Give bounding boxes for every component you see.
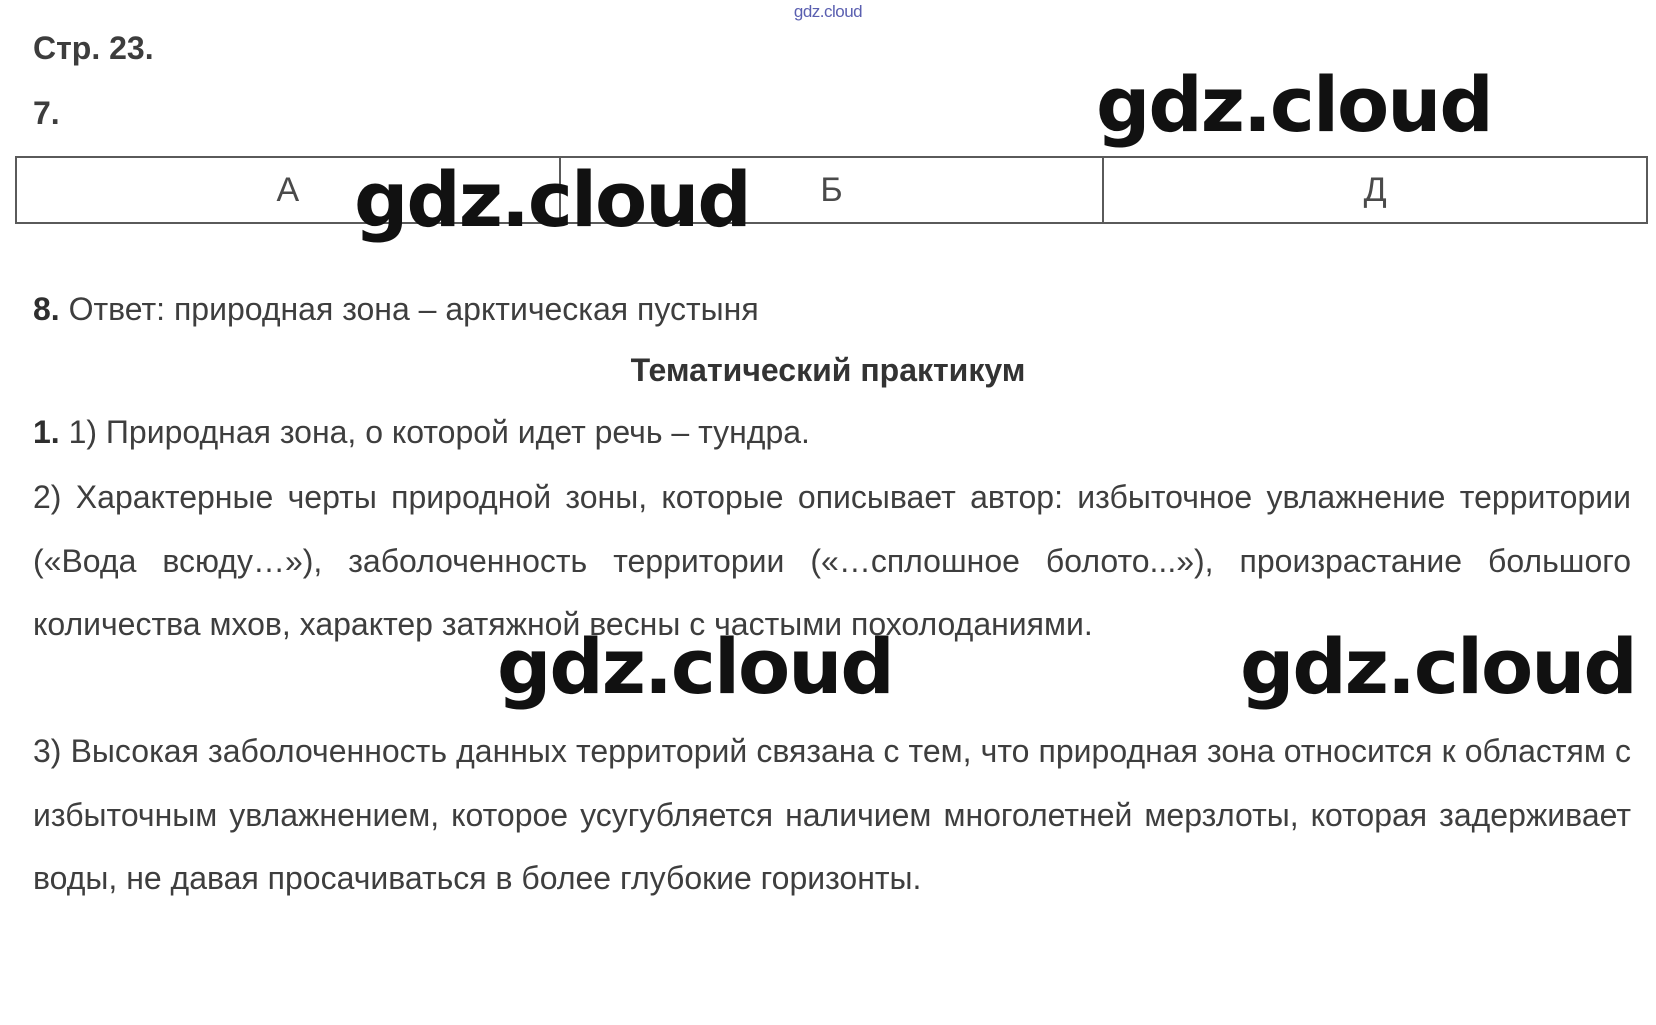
watermark: gdz.cloud (1096, 60, 1494, 149)
task-1-number: 1. (33, 414, 60, 450)
watermark: gdz.cloud (1240, 622, 1638, 711)
table-row: А Б Д (15, 156, 1648, 224)
task-8-answer: Ответ: природная зона – арктическая пуст… (68, 291, 759, 327)
task-8-number: 8. (33, 291, 60, 327)
task-1-line-1: 1. 1) Природная зона, о которой идет реч… (33, 414, 1631, 451)
answer-table: А Б Д (15, 156, 1648, 224)
page-label: Стр. 23. (33, 30, 154, 66)
watermark: gdz.cloud (497, 622, 895, 711)
task-1-answer-1: 1) Природная зона, о которой идет речь –… (68, 414, 810, 450)
task-1-paragraph-3: 3) Высокая заболоченность данных террито… (33, 733, 1631, 896)
task-7-number: 7. (33, 95, 60, 131)
site-mark[interactable]: gdz.cloud (0, 2, 1656, 22)
table-cell-d: Д (1102, 156, 1648, 224)
watermark: gdz.cloud (354, 155, 752, 244)
section-title: Тематический практикум (630, 352, 1026, 388)
task-8: 8. Ответ: природная зона – арктическая п… (33, 291, 1631, 328)
document-page: gdz.cloud Стр. 23. 7. А Б Д 8. Ответ: пр… (0, 0, 1656, 1025)
